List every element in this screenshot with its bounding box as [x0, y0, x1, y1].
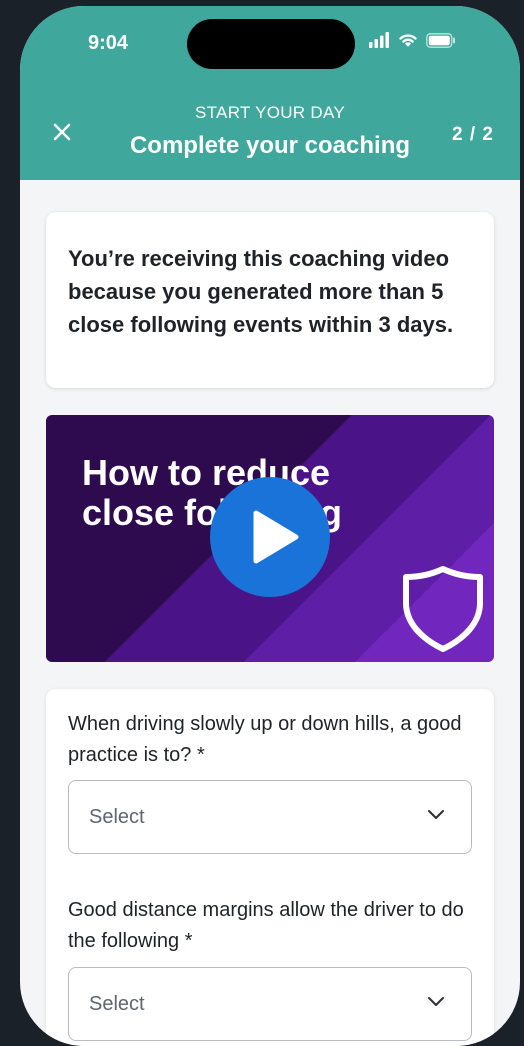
signal-icon — [369, 32, 389, 48]
status-icons — [368, 32, 456, 48]
play-button[interactable] — [210, 477, 330, 597]
question-1-select[interactable]: Select — [68, 780, 472, 854]
question-2-select-value: Select — [89, 993, 145, 1015]
info-card: You’re receiving this coaching video bec… — [46, 212, 494, 388]
video-player[interactable]: How to reduce close following — [46, 415, 494, 662]
battery-icon — [426, 32, 455, 48]
step-indicator: 2 / 2 — [452, 124, 494, 145]
question-1-label: When driving slowly up or down hills, a … — [68, 713, 462, 766]
question-2-label: Good distance margins allow the driver t… — [68, 899, 464, 952]
question-2-select[interactable]: Select — [68, 967, 472, 1041]
question-1-select-value: Select — [89, 806, 145, 828]
page-title: Complete your coaching — [129, 132, 411, 159]
chevron-down-icon — [428, 997, 444, 1006]
phone-screen: 9:04 START YOUR DAY Complete your coachi… — [20, 6, 520, 1046]
status-time: 9:04 — [88, 32, 129, 54]
questions-card: When driving slowly up or down hills, a … — [46, 689, 494, 1046]
header: 9:04 START YOUR DAY Complete your coachi… — [20, 6, 520, 180]
shield-icon — [403, 566, 483, 652]
wifi-icon — [399, 34, 417, 47]
play-icon — [253, 510, 299, 564]
info-card-text: You’re receiving this coaching video bec… — [68, 246, 454, 337]
header-subtitle: START YOUR DAY — [195, 103, 345, 122]
dynamic-island — [187, 19, 355, 69]
chevron-down-icon — [428, 810, 444, 819]
